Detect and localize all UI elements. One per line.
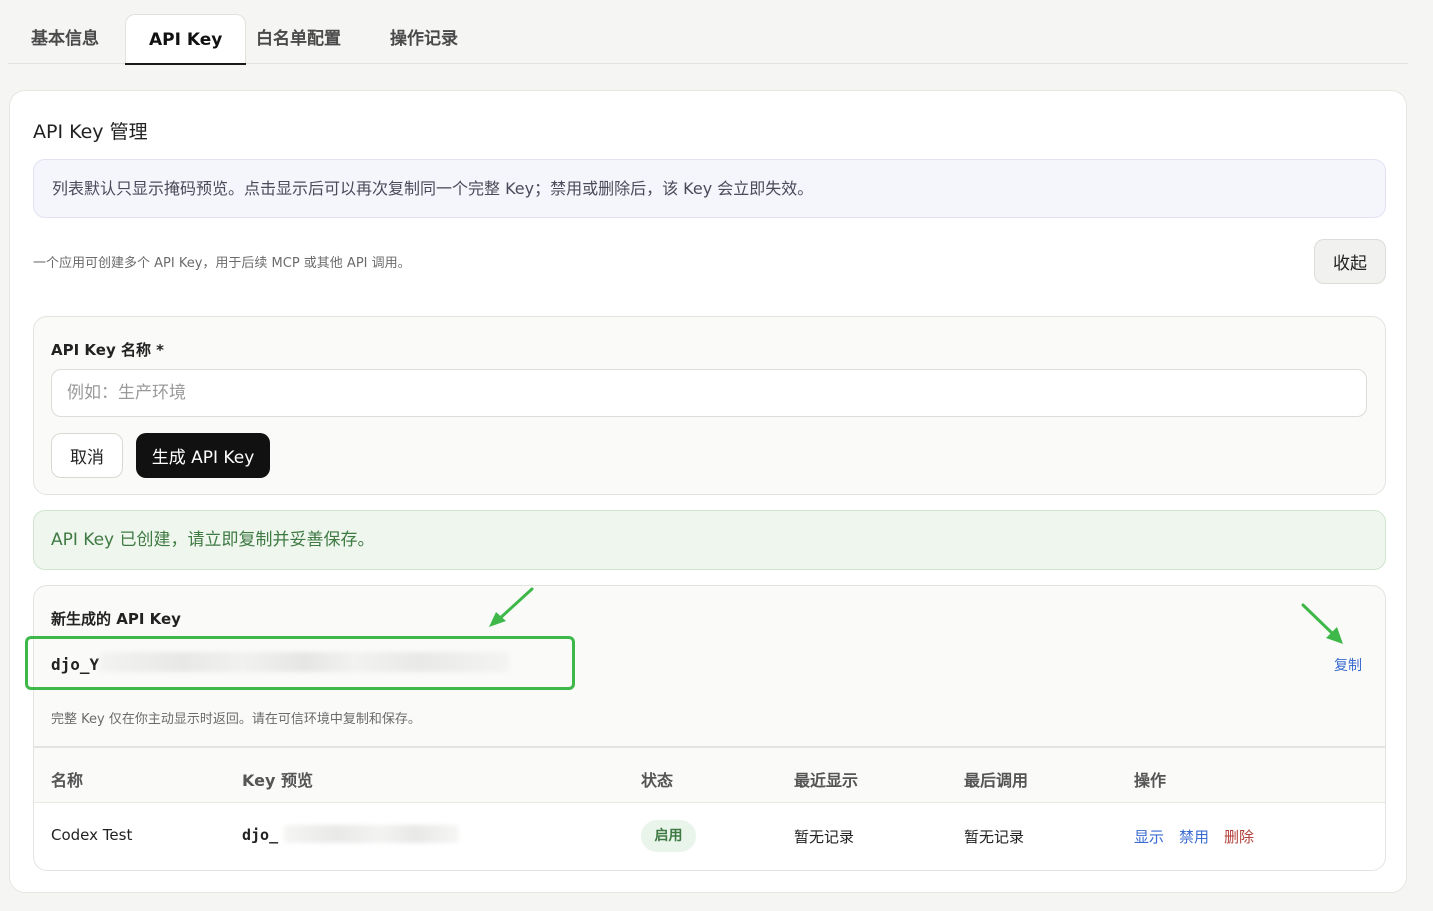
show-action[interactable]: 显示 [1134, 826, 1164, 847]
header-key-preview: Key 预览 [242, 771, 313, 790]
api-key-table: 名称 Key 预览 状态 最近显示 最后调用 操作 Codex Test djo… [33, 747, 1386, 871]
tab-basic-info[interactable]: 基本信息 [8, 14, 122, 64]
cancel-button[interactable]: 取消 [51, 433, 123, 478]
header-name: 名称 [51, 771, 84, 790]
header-status: 状态 [641, 771, 674, 790]
new-key-value[interactable]: djo_Y [51, 655, 99, 674]
collapse-button[interactable]: 收起 [1314, 239, 1386, 284]
tab-operation-log[interactable]: 操作记录 [367, 14, 481, 64]
header-last-called: 最后调用 [964, 771, 1029, 790]
arrow-down-left-icon [489, 587, 534, 627]
copy-link[interactable]: 复制 [1334, 655, 1362, 675]
preview-redaction [284, 825, 459, 843]
disable-action[interactable]: 禁用 [1179, 826, 1209, 847]
row-last-shown: 暂无记录 [794, 828, 855, 846]
description-text: 一个应用可创建多个 API Key，用于后续 MCP 或其他 API 调用。 [33, 256, 411, 271]
name-label: API Key 名称 * [51, 341, 165, 359]
info-banner: 列表默认只显示掩码预览。点击显示后可以再次复制同一个完整 Key；禁用或删除后，… [33, 159, 1386, 218]
header-actions: 操作 [1134, 771, 1167, 790]
table-header: 名称 Key 预览 状态 最近显示 最后调用 操作 [34, 747, 1385, 803]
tab-api-key[interactable]: API Key [125, 14, 247, 65]
success-banner: API Key 已创建，请立即复制并妥善保存。 [33, 510, 1386, 570]
tab-whitelist[interactable]: 白名单配置 [233, 14, 364, 64]
status-badge: 启用 [641, 820, 696, 852]
new-key-note: 完整 Key 仅在你主动显示时返回。请在可信环境中复制和保存。 [51, 712, 421, 727]
section-title: API Key 管理 [33, 121, 148, 143]
create-key-form: API Key 名称 * 取消 生成 API Key [33, 316, 1386, 495]
api-key-card: API Key 管理 列表默认只显示掩码预览。点击显示后可以再次复制同一个完整 … [9, 90, 1407, 893]
row-name: Codex Test [51, 826, 133, 844]
header-last-shown: 最近显示 [794, 771, 859, 790]
arrow-down-right-icon [1301, 603, 1343, 644]
key-name-input[interactable] [51, 369, 1367, 417]
new-key-panel: 新生成的 API Key djo_Y 复制 完整 Key 仅在你主动显示时返回。… [25, 585, 1386, 747]
row-last-called: 暂无记录 [964, 828, 1025, 846]
tab-bar: 基本信息 API Key 白名单配置 操作记录 [8, 14, 1408, 65]
new-key-title: 新生成的 API Key [51, 610, 181, 628]
generate-key-button[interactable]: 生成 API Key [136, 433, 270, 478]
row-key-preview: djo_ [242, 826, 279, 844]
delete-action[interactable]: 删除 [1224, 826, 1254, 847]
key-redaction [100, 652, 510, 672]
